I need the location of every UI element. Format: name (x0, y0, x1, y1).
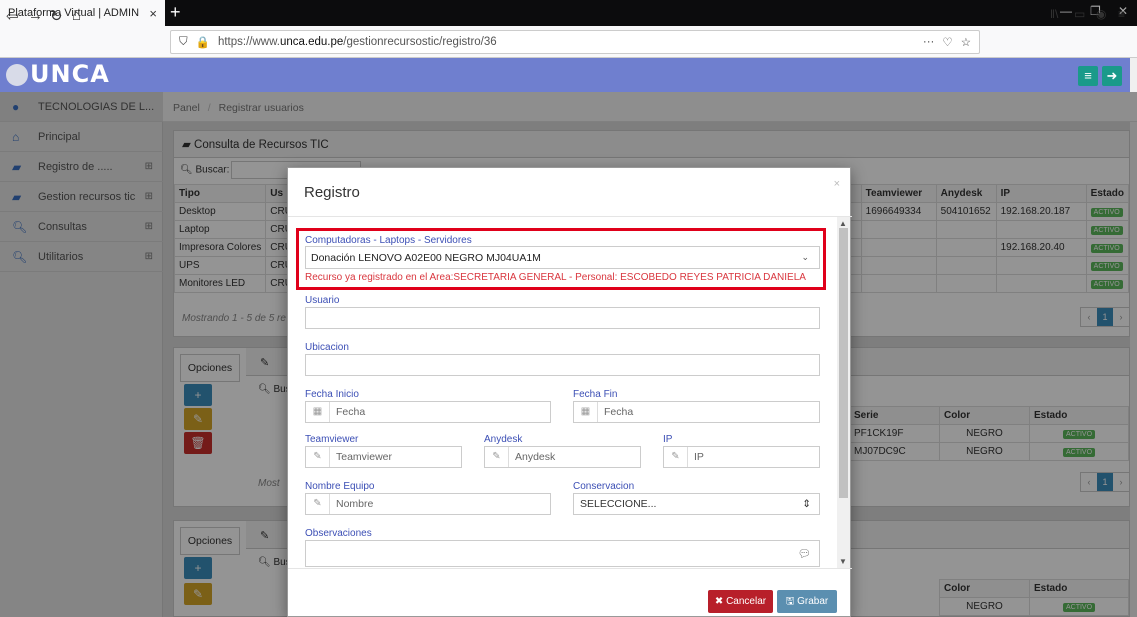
home-icon[interactable]: ⌂ (72, 7, 81, 24)
fecha-placeholder: Fecha (336, 406, 366, 418)
menu-icon[interactable]: ≡ (1118, 7, 1125, 21)
edit-icon: ✎ (485, 447, 509, 467)
url-prefix: https://www. (217, 36, 280, 48)
reload-icon[interactable]: ↻ (50, 7, 63, 25)
anydesk-label: Anydesk (484, 434, 523, 445)
pocket-icon[interactable]: ♡ (942, 35, 952, 49)
browser-tab[interactable]: Plataforma Virtual | ADMIN × (0, 0, 165, 26)
new-tab-button[interactable]: + (170, 2, 181, 22)
anydesk-input[interactable]: ✎ Anydesk (484, 446, 641, 468)
app-header (0, 58, 1137, 92)
page-actions-icon[interactable]: ··· (923, 36, 935, 48)
conservacion-select[interactable]: SELECCIONE... ⇕ (573, 493, 820, 515)
edit-icon: ✎ (664, 447, 688, 467)
save-label: Grabar (797, 596, 829, 607)
calendar-icon: ▦ (306, 402, 330, 422)
library-icon[interactable]: ‖\ (1050, 7, 1058, 21)
tab-close-icon[interactable]: × (149, 6, 157, 21)
scroll-down-icon[interactable]: ▼ (839, 557, 847, 566)
ip-placeholder: IP (694, 451, 704, 463)
select-arrows-icon: ⇕ (802, 498, 811, 510)
ubicacion-label: Ubicacion (305, 342, 349, 353)
nombre-equipo-input[interactable]: ✎ Nombre (305, 493, 551, 515)
fecha-fin-label: Fecha Fin (573, 389, 618, 400)
nombre-equipo-label: Nombre Equipo (305, 481, 375, 492)
chevron-down-icon: ⌄ (801, 252, 809, 262)
teamviewer-placeholder: Teamviewer (336, 451, 393, 463)
teamviewer-input[interactable]: ✎ Teamviewer (305, 446, 462, 468)
ip-label: IP (663, 434, 673, 445)
scroll-up-icon[interactable]: ▲ (839, 219, 847, 228)
computadoras-value: Donación LENOVO A02E00 NEGRO MJ04UA1M (311, 252, 541, 264)
fecha-fin-input[interactable]: ▦ Fecha (573, 401, 820, 423)
error-message: Recurso ya registrado en el Area:SECRETA… (305, 272, 806, 283)
logo-emblem-icon (6, 64, 28, 86)
back-icon[interactable]: ⇦ (6, 7, 19, 25)
scrollbar-thumb[interactable] (839, 228, 848, 498)
conservacion-label: Conservacion (573, 481, 635, 492)
hamburger-menu-button[interactable]: ≡ (1078, 66, 1098, 86)
url-domain: unca.edu.pe (279, 36, 344, 48)
close-icon[interactable]: × (834, 178, 840, 190)
computadoras-label: Computadoras - Laptops - Servidores (305, 235, 472, 246)
ubicacion-input[interactable] (305, 354, 820, 376)
edit-icon: ✎ (306, 494, 330, 514)
ip-input[interactable]: ✎ IP (663, 446, 820, 468)
divider (288, 216, 852, 217)
computadoras-select[interactable]: Donación LENOVO A02E00 NEGRO MJ04UA1M ⌄ (305, 246, 820, 269)
usuario-label: Usuario (305, 295, 340, 306)
conservacion-value: SELECCIONE... (580, 498, 657, 510)
save-button[interactable]: 🖫 Grabar (777, 590, 837, 613)
shield-icon: ⛉ (179, 35, 188, 48)
nombre-placeholder: Nombre (336, 498, 374, 510)
calendar-icon: ▦ (574, 402, 598, 422)
comment-icon: 💬︎ (797, 548, 811, 560)
url-bar[interactable]: ⛉ 🔒 https://www. unca.edu.pe/gestionrecur… (170, 30, 980, 54)
logo[interactable]: UNCA (6, 60, 110, 88)
observaciones-textarea[interactable]: 💬︎ (305, 540, 820, 567)
lock-icon: 🔒 (195, 37, 210, 49)
cancel-button[interactable]: ✖ Cancelar (708, 590, 773, 613)
teamviewer-label: Teamviewer (305, 434, 359, 445)
anydesk-placeholder: Anydesk (515, 451, 556, 463)
cancel-label: Cancelar (726, 596, 767, 607)
edit-icon: ✎ (306, 447, 330, 467)
minimize-icon[interactable]: — (1060, 4, 1072, 18)
fecha-inicio-input[interactable]: ▦ Fecha (305, 401, 551, 423)
logo-text: UNCA (30, 60, 110, 88)
bookmark-star-icon[interactable]: ☆ (961, 35, 971, 49)
forward-icon[interactable]: → (28, 7, 43, 24)
fecha-inicio-label: Fecha Inicio (305, 389, 359, 400)
url-path: /gestionrecursostic/registro/36 (343, 36, 497, 48)
sidebar-toggle-icon[interactable]: ▭ (1074, 7, 1085, 21)
observaciones-label: Observaciones (305, 528, 372, 539)
extension-icon[interactable]: ◉ (1096, 7, 1106, 21)
save-icon: 🖫 (785, 596, 798, 607)
modal-title: Registro (304, 184, 360, 201)
close-icon: ✖ (714, 596, 727, 607)
fecha-placeholder: Fecha (604, 406, 634, 418)
logout-button[interactable]: ➜ (1102, 66, 1122, 86)
usuario-input[interactable] (305, 307, 820, 329)
